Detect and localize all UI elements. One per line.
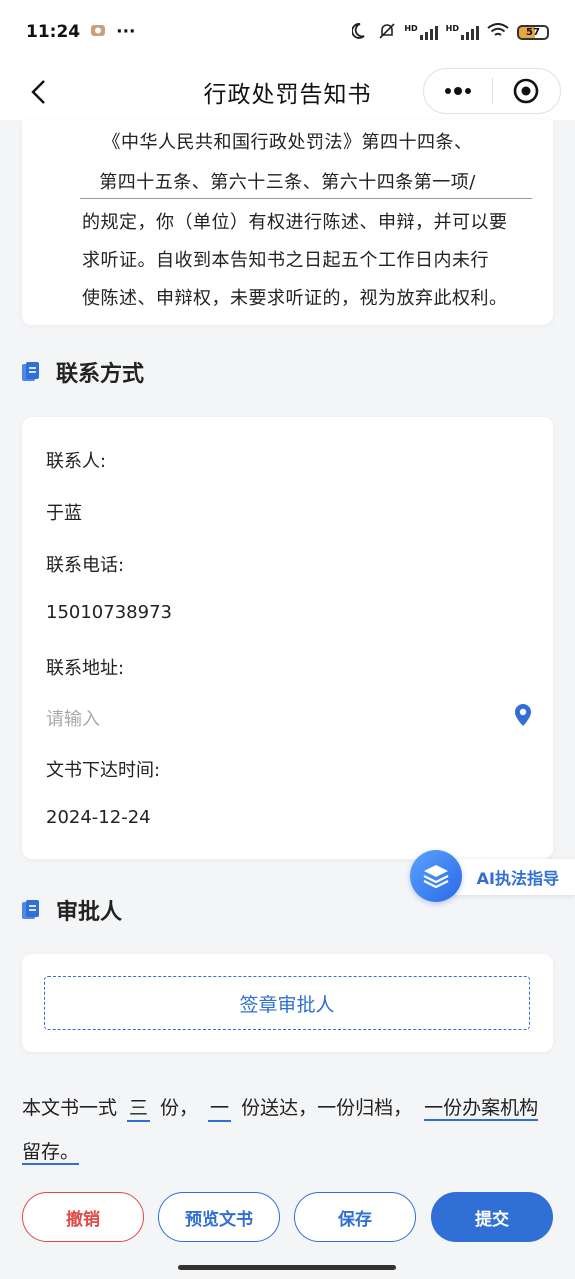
legal-text-line: 的规定，你（单位）有权进行陈述、申辩，并可以要 — [82, 212, 508, 233]
copies-prefix: 本文书一式 — [22, 1097, 118, 1119]
approver-card: 签章审批人 — [22, 954, 553, 1052]
bottom-action-bar: 撤销 预览文书 保存 提交 — [0, 1176, 575, 1256]
section-title: 联系方式 — [56, 362, 145, 387]
document-icon — [22, 362, 40, 382]
preview-document-button[interactable]: 预览文书 — [158, 1192, 280, 1242]
copies-unit: 份， — [160, 1097, 199, 1119]
copies-rest: 份送达，一份归档， — [241, 1097, 413, 1119]
contact-card: 联系人: 于蓝 联系电话: 15010738973 联系地址: 请输入 文书下达… — [22, 417, 553, 859]
legal-text-line: 使陈述、申辩权，未要求听证的，视为放弃此权利。 — [82, 288, 508, 309]
legal-text-line: 《中华人民共和国行政处罚法》第四十四条、 — [102, 132, 473, 153]
notification-app-icon — [90, 22, 106, 43]
nav-bar: 行政处罚告知书 — [0, 64, 575, 120]
legal-text-line: 求听证。自收到本告知书之日起五个工作日内未行 — [82, 250, 489, 271]
issue-date-value[interactable]: 2024-12-24 — [46, 807, 151, 828]
revoke-button[interactable]: 撤销 — [22, 1192, 144, 1242]
issue-date-label: 文书下达时间: — [46, 760, 161, 781]
home-indicator[interactable] — [178, 1265, 396, 1270]
wifi-icon — [487, 22, 509, 42]
sign-approver-label: 签章审批人 — [239, 993, 335, 1016]
copies-statement: 本文书一式三份，一份送达，一份归档， 一份办案机构留存。 — [22, 1086, 553, 1174]
close-program-button[interactable] — [493, 69, 561, 113]
contact-person-value[interactable]: 于蓝 — [46, 499, 82, 525]
divider — [80, 198, 532, 199]
copies-served-blank[interactable]: 一 — [208, 1096, 232, 1122]
signal-icon-2: HD — [446, 24, 479, 40]
mini-program-capsule — [423, 68, 561, 114]
address-input[interactable]: 请输入 — [46, 705, 100, 731]
legal-notice-card: 《中华人民共和国行政处罚法》第四十四条、 第四十五条、第六十三条、第六十四条第一… — [22, 120, 553, 325]
moon-icon — [351, 22, 370, 43]
contact-person-label: 联系人: — [46, 451, 107, 472]
status-time: 11:24 — [26, 22, 81, 42]
contact-section-header: 联系方式 — [22, 356, 144, 388]
save-button[interactable]: 保存 — [294, 1192, 416, 1242]
phone-label: 联系电话: — [46, 555, 125, 576]
status-more-dots: ··· — [116, 22, 136, 42]
ai-assist-button[interactable]: AI执法指导 — [410, 850, 575, 902]
section-title: 审批人 — [56, 900, 123, 925]
more-button[interactable] — [424, 69, 492, 113]
location-pin-icon[interactable] — [513, 703, 533, 731]
target-close-icon — [513, 78, 539, 104]
phone-value[interactable]: 15010738973 — [46, 602, 172, 623]
page-title: 行政处罚告知书 — [203, 82, 372, 108]
signal-icon-1: HD — [404, 24, 438, 40]
more-dots-icon — [444, 87, 471, 95]
layers-icon — [410, 850, 462, 902]
status-bar: 11:24 ··· HD HD 57 — [0, 0, 575, 64]
legal-text-line: 第四十五条、第六十三条、第六十四条第一项/ — [99, 172, 476, 193]
address-label: 联系地址: — [46, 658, 125, 679]
document-icon — [22, 900, 40, 920]
battery-icon: 57 — [517, 24, 549, 40]
back-button[interactable] — [20, 74, 56, 110]
chevron-left-icon — [31, 80, 45, 104]
approver-section-header: 审批人 — [22, 894, 122, 926]
submit-button[interactable]: 提交 — [431, 1192, 553, 1242]
sign-approver-button[interactable]: 签章审批人 — [44, 976, 530, 1030]
copies-total-blank[interactable]: 三 — [127, 1096, 151, 1122]
mute-bell-icon — [378, 22, 396, 43]
